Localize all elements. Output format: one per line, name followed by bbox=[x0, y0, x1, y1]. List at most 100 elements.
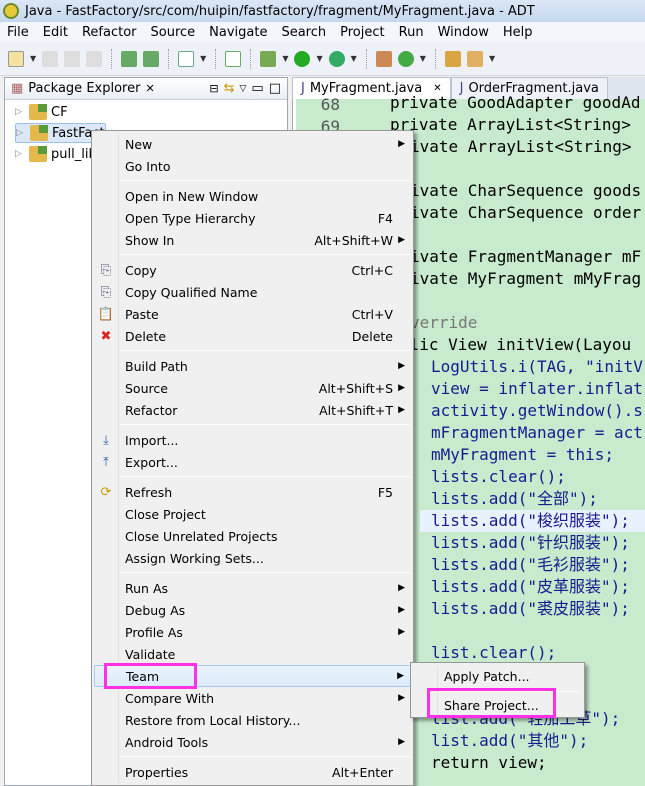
link-editor-icon[interactable]: ⇆ bbox=[224, 81, 235, 96]
menu-item-import[interactable]: ⤓ Import... bbox=[94, 429, 411, 451]
menu-item-run-as[interactable]: Run As ▶ bbox=[94, 577, 411, 599]
tree-item-project[interactable]: ▷ CF bbox=[15, 102, 68, 122]
menu-separator bbox=[120, 476, 410, 477]
submenu-arrow-icon: ▶ bbox=[398, 693, 405, 703]
debug-icon[interactable] bbox=[260, 50, 277, 67]
menu-item-restore-from-local-history[interactable]: Restore from Local History... bbox=[94, 709, 411, 731]
menu-item-copy[interactable]: ⎘ Copy Ctrl+C bbox=[94, 259, 411, 281]
menu-help[interactable]: Help bbox=[496, 25, 540, 40]
new-class-icon[interactable] bbox=[397, 50, 414, 67]
new-package-icon[interactable] bbox=[375, 50, 392, 67]
project-icon bbox=[30, 125, 48, 141]
search-icon[interactable] bbox=[466, 50, 483, 67]
menu-item-label: Close Project bbox=[125, 506, 206, 522]
view-menu-icon[interactable]: ▽ bbox=[239, 84, 246, 94]
new-icon[interactable] bbox=[8, 50, 24, 67]
tree-item-project[interactable]: ▷ pull_lib bbox=[15, 144, 97, 164]
menu-item-refresh[interactable]: ⟳ Refresh F5 bbox=[94, 481, 411, 503]
menu-bar: File Edit Refactor Source Navigate Search Proj… bbox=[0, 22, 645, 42]
menu-item-paste[interactable]: 📋 Paste Ctrl+V bbox=[94, 303, 411, 325]
menu-item-go-into[interactable]: Go Into bbox=[94, 155, 411, 177]
print-icon[interactable] bbox=[86, 50, 103, 67]
menu-item-copy-qualified-name[interactable]: ⎘ Copy Qualified Name bbox=[94, 281, 411, 303]
menu-refactor[interactable]: Refactor bbox=[75, 25, 144, 40]
menu-item-compare-with[interactable]: Compare With ▶ bbox=[94, 687, 411, 709]
project-label: pull_lib bbox=[51, 146, 97, 162]
submenu-arrow-icon: ▶ bbox=[398, 361, 405, 371]
menu-item-properties[interactable]: Properties Alt+Enter bbox=[94, 761, 411, 783]
menu-item-shortcut: Alt+Shift+W bbox=[314, 232, 393, 248]
code-line: activity.getWindow().s bbox=[431, 401, 643, 420]
menu-search[interactable]: Search bbox=[274, 25, 333, 40]
code-line: LogUtils.i(TAG, "initV bbox=[431, 357, 643, 376]
menu-item-label: Properties bbox=[125, 764, 189, 780]
menu-item-open-in-new-window[interactable]: Open in New Window bbox=[94, 185, 411, 207]
code-line: blic View initView(Layou bbox=[400, 335, 632, 354]
submenu-arrow-icon: ▶ bbox=[398, 383, 405, 393]
close-icon[interactable]: ✕ bbox=[145, 82, 154, 95]
menu-item-delete[interactable]: ✖ Delete Delete bbox=[94, 325, 411, 347]
menu-navigate[interactable]: Navigate bbox=[202, 25, 274, 40]
package-explorer-title[interactable]: Package Explorer bbox=[28, 81, 140, 96]
checkbox-icon[interactable] bbox=[178, 50, 195, 67]
menu-item-android-tools[interactable]: Android Tools ▶ bbox=[94, 731, 411, 753]
menu-item-export[interactable]: ⤒ Export... bbox=[94, 451, 411, 473]
new-android-project-icon[interactable] bbox=[225, 50, 242, 67]
menu-item-close-unrelated-projects[interactable]: Close Unrelated Projects bbox=[94, 525, 411, 547]
menu-item-apply-patch[interactable]: Apply Patch... bbox=[413, 665, 582, 687]
menu-separator bbox=[120, 180, 410, 181]
submenu-arrow-icon: ▶ bbox=[398, 605, 405, 615]
code-line: ivate FragmentManager mF bbox=[410, 247, 642, 266]
menu-item-label: Open Type Hierarchy bbox=[125, 210, 256, 226]
expand-icon[interactable]: ▷ bbox=[16, 128, 26, 138]
menu-item-label: Refresh bbox=[125, 484, 173, 500]
menu-window[interactable]: Window bbox=[431, 25, 496, 40]
submenu-arrow-icon: ▶ bbox=[398, 583, 405, 593]
menu-item-label: Run As bbox=[125, 580, 169, 596]
project-label: CF bbox=[51, 104, 68, 120]
menu-item-build-path[interactable]: Build Path ▶ bbox=[94, 355, 411, 377]
open-type-icon[interactable] bbox=[444, 50, 461, 67]
menu-item-shortcut: Alt+Shift+S bbox=[318, 380, 393, 396]
android-sdk-icon[interactable] bbox=[121, 50, 138, 67]
submenu-arrow-icon: ▶ bbox=[398, 627, 405, 637]
menu-item-label: Validate bbox=[125, 646, 176, 662]
minimize-icon[interactable]: ▭ bbox=[251, 81, 263, 96]
code-line: ivate MyFragment mMyFrag bbox=[410, 269, 642, 288]
menu-item-profile-as[interactable]: Profile As ▶ bbox=[94, 621, 411, 643]
export-icon: ⤒ bbox=[103, 454, 109, 470]
team-annotation-box bbox=[104, 663, 197, 689]
menu-item-label: Source bbox=[125, 380, 168, 396]
save-icon[interactable] bbox=[42, 50, 59, 67]
menu-item-source[interactable]: Source Alt+Shift+S ▶ bbox=[94, 377, 411, 399]
menu-project[interactable]: Project bbox=[333, 25, 391, 40]
menu-item-new[interactable]: New ▶ bbox=[94, 133, 411, 155]
menu-item-validate[interactable]: Validate bbox=[94, 643, 411, 665]
collapse-all-icon[interactable]: ⊟ bbox=[209, 82, 218, 95]
menu-item-refactor[interactable]: Refactor Alt+Shift+T ▶ bbox=[94, 399, 411, 421]
avd-manager-icon[interactable] bbox=[143, 50, 160, 67]
menu-item-label: Compare With bbox=[125, 690, 215, 706]
run-icon[interactable] bbox=[294, 50, 311, 67]
menu-item-shortcut: F4 bbox=[377, 210, 393, 226]
expand-icon[interactable]: ▷ bbox=[15, 107, 25, 117]
menu-item-assign-working-sets[interactable]: Assign Working Sets... bbox=[94, 547, 411, 569]
menu-file[interactable]: File bbox=[0, 25, 36, 40]
menu-run[interactable]: Run bbox=[392, 25, 431, 40]
code-line: lists.add("全部"); bbox=[431, 489, 598, 508]
code-line: mMyFragment = this; bbox=[431, 445, 615, 464]
menu-item-debug-as[interactable]: Debug As ▶ bbox=[94, 599, 411, 621]
menu-item-open-type-hierarchy[interactable]: Open Type Hierarchy F4 bbox=[94, 207, 411, 229]
save-all-icon[interactable] bbox=[64, 50, 81, 67]
expand-icon[interactable]: ▷ bbox=[15, 149, 25, 159]
menu-item-show-in[interactable]: Show In Alt+Shift+W ▶ bbox=[94, 229, 411, 251]
code-line: ivate CharSequence goods bbox=[410, 181, 642, 200]
code-line: verride bbox=[410, 313, 478, 332]
maximize-icon[interactable]: □ bbox=[269, 81, 281, 96]
menu-item-shortcut: Alt+Shift+T bbox=[319, 402, 393, 418]
menu-edit[interactable]: Edit bbox=[36, 25, 75, 40]
menu-item-close-project[interactable]: Close Project bbox=[94, 503, 411, 525]
menu-item-label: Build Path bbox=[125, 358, 188, 374]
external-tools-icon[interactable] bbox=[328, 50, 345, 67]
menu-source[interactable]: Source bbox=[144, 25, 203, 40]
